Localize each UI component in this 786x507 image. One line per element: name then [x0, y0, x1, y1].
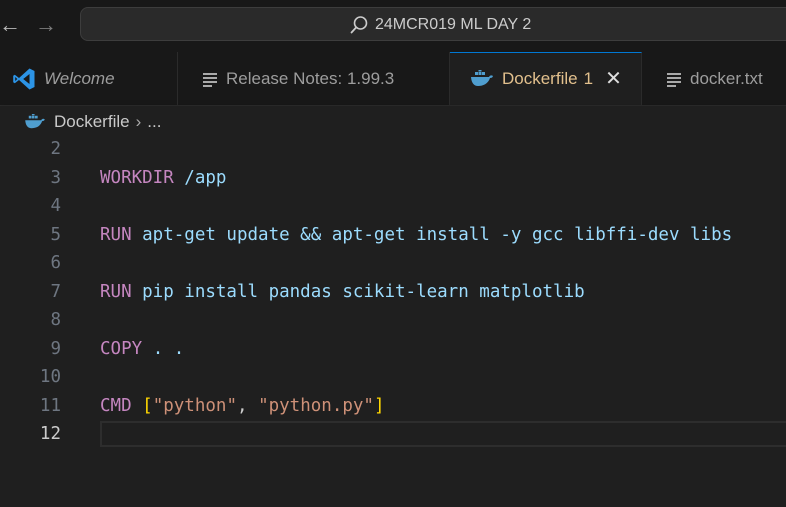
line-number: 4 — [50, 196, 61, 216]
tab-dockerfile[interactable]: Dockerfile 1 ✕ — [450, 52, 642, 105]
code-token: /app — [173, 167, 227, 188]
file-lines-icon — [666, 71, 682, 87]
code-line[interactable]: 11 CMD ["python", "python.py"] — [0, 392, 786, 421]
code-line[interactable]: 9 COPY . . — [0, 335, 786, 364]
code-line[interactable]: 6 — [0, 249, 786, 278]
line-number: 3 — [50, 167, 61, 188]
current-line-highlight — [100, 421, 786, 447]
line-number: 5 — [50, 224, 61, 245]
tab-welcome[interactable]: Welcome — [0, 52, 178, 105]
code-line[interactable]: 2 — [0, 135, 786, 164]
code-token: apt-get update && apt-get install -y gcc… — [131, 224, 733, 245]
code-token: CMD — [100, 395, 132, 416]
code-token: , — [237, 395, 259, 416]
code-token: [ — [142, 395, 153, 416]
code-token: COPY — [100, 338, 143, 359]
code-token: pip install pandas scikit-learn matplotl… — [131, 281, 585, 302]
tab-release-notes[interactable]: Release Notes: 1.99.3 — [178, 52, 450, 105]
line-code: RUN pip install pandas scikit-learn matp… — [100, 278, 585, 307]
line-number: 9 — [50, 338, 61, 359]
code-token: WORKDIR — [100, 167, 174, 188]
code-token: "python" — [152, 395, 237, 416]
tab-docker-txt[interactable]: docker.txt — [642, 52, 786, 105]
code-editor[interactable]: 2 3 WORKDIR /app 4 5 RUN apt-get update && ap… — [0, 138, 786, 507]
line-number: 10 — [39, 367, 61, 387]
code-line[interactable]: 3 WORKDIR /app — [0, 164, 786, 193]
line-number: 8 — [50, 310, 61, 330]
code-line[interactable]: 5 RUN apt-get update && apt-get install -… — [0, 221, 786, 250]
chevron-right-icon: › — [135, 112, 142, 131]
code-line[interactable]: 12 — [0, 420, 786, 449]
search-icon — [350, 16, 368, 34]
breadcrumb-more[interactable]: ... — [147, 112, 161, 132]
arrow-left-icon[interactable]: ← — [0, 11, 22, 39]
file-lines-icon — [202, 71, 218, 87]
arrow-right-icon[interactable]: → — [34, 11, 58, 39]
code-token: RUN — [100, 281, 132, 302]
command-center-search[interactable]: 24MCR019 ML DAY 2 — [80, 7, 786, 41]
editor-tab-bar: Welcome Release Notes: 1.99.3 Dockerfile… — [0, 52, 786, 106]
code-token: . . — [142, 338, 185, 359]
line-code: CMD ["python", "python.py"] — [100, 392, 385, 421]
code-token: RUN — [100, 224, 132, 245]
breadcrumb-file[interactable]: Dockerfile — [54, 112, 130, 132]
line-number: 2 — [50, 139, 61, 159]
code-line[interactable]: 8 — [0, 306, 786, 335]
title-bar: ← → 24MCR019 ML DAY 2 — [0, 0, 786, 52]
tab-label: Release Notes: 1.99.3 — [226, 68, 395, 88]
line-number: 12 — [39, 424, 61, 444]
vscode-logo-icon — [12, 67, 36, 91]
line-number: 11 — [39, 395, 61, 416]
close-icon[interactable]: ✕ — [605, 69, 622, 89]
problem-count-badge: 1 — [583, 69, 594, 88]
code-token: ] — [373, 395, 385, 416]
docker-whale-icon — [24, 114, 46, 130]
breadcrumb: Dockerfile › ... — [0, 106, 786, 138]
line-code: RUN apt-get update && apt-get install -y… — [100, 221, 732, 250]
code-line[interactable]: 4 — [0, 192, 786, 221]
docker-whale-icon — [470, 70, 494, 88]
code-token: "python.py" — [258, 395, 374, 416]
tab-label: Welcome — [44, 68, 115, 88]
line-code: WORKDIR /app — [100, 164, 226, 193]
workspace-title: 24MCR019 ML DAY 2 — [375, 16, 532, 33]
line-code: COPY . . — [100, 335, 184, 364]
tab-label: Dockerfile — [502, 69, 578, 88]
line-number: 6 — [50, 253, 61, 273]
code-line[interactable]: 7 RUN pip install pandas scikit-learn mat… — [0, 278, 786, 307]
line-number: 7 — [50, 281, 61, 302]
tab-label: docker.txt — [690, 68, 763, 88]
code-line[interactable]: 10 — [0, 363, 786, 392]
